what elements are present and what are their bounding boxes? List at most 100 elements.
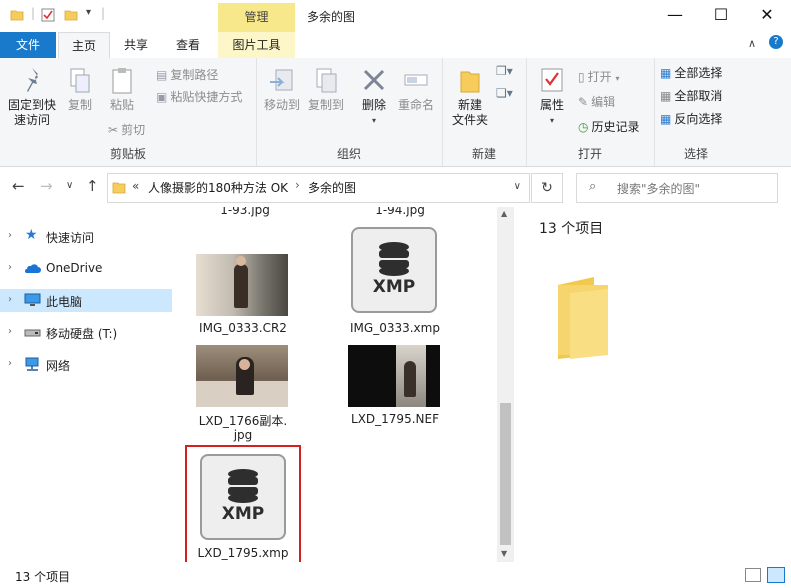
copy-to-button[interactable]: 复制到 bbox=[304, 66, 348, 113]
chevron-right-icon[interactable]: › bbox=[8, 262, 12, 273]
maximize-button[interactable]: ☐ bbox=[698, 0, 744, 30]
paste-button[interactable]: 粘贴 bbox=[102, 66, 142, 113]
select-none-button[interactable]: ▦ 全部取消 bbox=[660, 87, 722, 104]
paste-label: 粘贴 bbox=[109, 98, 134, 112]
minimize-button[interactable]: — bbox=[652, 0, 698, 30]
nav-item-network[interactable]: › 网络 bbox=[0, 353, 172, 376]
copy-path-button[interactable]: ▤ 复制路径 bbox=[156, 66, 218, 83]
pin-quick-access-button[interactable]: 固定到快 速访问 bbox=[4, 66, 60, 128]
paste-shortcut-button[interactable]: ▣ 粘贴快捷方式 bbox=[156, 88, 242, 105]
chevron-right-icon[interactable]: › bbox=[8, 358, 12, 369]
tab-file[interactable]: 文件 bbox=[0, 32, 56, 58]
file-name[interactable]: 1-94.jpg bbox=[350, 207, 450, 217]
properties-button[interactable]: 属性 ▾ bbox=[532, 66, 572, 128]
copy-button[interactable]: 复制 bbox=[62, 66, 98, 113]
tab-share[interactable]: 共享 bbox=[112, 32, 160, 58]
tab-view[interactable]: 查看 bbox=[164, 32, 212, 58]
invert-selection-button[interactable]: ▦ 反向选择 bbox=[660, 110, 722, 127]
paste-icon bbox=[112, 68, 132, 94]
nav-item-removable-drive[interactable]: › 移动硬盘 (T:) bbox=[0, 321, 172, 344]
nav-item-quick-access[interactable]: › ★ 快速访问 bbox=[0, 225, 172, 248]
tab-picture-tools[interactable]: 图片工具 bbox=[218, 32, 295, 58]
nav-label: 移动硬盘 (T:) bbox=[46, 327, 118, 341]
new-item-icon: ❐▾ bbox=[496, 64, 513, 78]
move-to-label: 移动到 bbox=[263, 98, 300, 112]
search-icon: ⌕ bbox=[589, 179, 597, 194]
new-folder-icon[interactable] bbox=[64, 8, 78, 22]
scroll-up-icon[interactable]: ▲ bbox=[501, 209, 507, 218]
rename-button[interactable]: 重命名 bbox=[394, 66, 438, 113]
file-item[interactable]: LXD_1766副本. jpg bbox=[187, 342, 299, 442]
copy-path-label: 复制路径 bbox=[170, 68, 219, 82]
paste-shortcut-icon: ▣ bbox=[156, 90, 168, 104]
help-icon[interactable]: ? bbox=[769, 35, 783, 49]
nav-item-this-pc[interactable]: › 此电脑 bbox=[0, 289, 172, 312]
file-name: IMG_0333.CR2 bbox=[199, 321, 287, 335]
tab-manage[interactable]: 管理 bbox=[218, 3, 295, 32]
large-icons-view-icon[interactable] bbox=[767, 567, 785, 583]
recent-locations-icon[interactable]: ∨ bbox=[66, 180, 73, 191]
folder-icon[interactable] bbox=[10, 8, 24, 22]
forward-button[interactable]: → bbox=[40, 177, 53, 195]
breadcrumb-overflow[interactable]: « bbox=[132, 179, 139, 193]
star-icon: ★ bbox=[25, 227, 38, 243]
breadcrumb-item[interactable]: 人像摄影的180种方法 OK bbox=[148, 179, 288, 196]
qat-separator: | bbox=[101, 6, 106, 20]
easy-access-button[interactable]: ❏▾ bbox=[496, 86, 513, 100]
properties-icon bbox=[541, 68, 563, 92]
nav-label: 网络 bbox=[46, 359, 71, 373]
new-group: 新建 文件夹 ❐▾ ❏▾ 新建 bbox=[442, 58, 527, 166]
organize-group: 移动到 复制到 删除 ▾ 重命名 组织 bbox=[256, 58, 443, 166]
refresh-button[interactable]: ↻ bbox=[531, 173, 563, 203]
tab-home[interactable]: 主页 bbox=[58, 32, 110, 59]
address-dropdown-icon[interactable]: ∨ bbox=[514, 181, 521, 192]
new-folder-label-2: 文件夹 bbox=[451, 113, 488, 127]
collapse-ribbon-icon[interactable]: ∧ bbox=[748, 37, 756, 50]
file-item[interactable]: IMG_0333.CR2 bbox=[187, 251, 299, 337]
network-icon bbox=[25, 357, 39, 371]
new-item-button[interactable]: ❐▾ bbox=[496, 64, 513, 78]
close-button[interactable]: ✕ bbox=[744, 0, 790, 30]
scroll-thumb[interactable] bbox=[500, 403, 511, 545]
search-input[interactable]: ⌕ 搜索"多余的图" bbox=[576, 173, 778, 203]
new-folder-label-1: 新建 bbox=[457, 98, 482, 112]
scroll-down-icon[interactable]: ▼ bbox=[501, 549, 507, 558]
address-bar[interactable]: « 人像摄影的180种方法 OK › 多余的图 ∨ bbox=[107, 173, 530, 203]
paste-shortcut-label: 粘贴快捷方式 bbox=[170, 90, 243, 104]
select-all-button[interactable]: ▦ 全部选择 bbox=[660, 64, 722, 81]
file-item[interactable]: LXD_1795.NEF bbox=[339, 342, 451, 428]
qat-separator: | bbox=[31, 6, 36, 20]
breadcrumb-item[interactable]: 多余的图 bbox=[308, 179, 356, 196]
new-folder-button[interactable]: 新建 文件夹 bbox=[446, 66, 494, 128]
chevron-right-icon[interactable]: › bbox=[8, 294, 12, 305]
open-icon: ▯ bbox=[578, 70, 585, 84]
delete-button[interactable]: 删除 ▾ bbox=[354, 66, 394, 128]
qat-customize-icon[interactable]: ▾ bbox=[86, 7, 91, 18]
computer-icon bbox=[24, 293, 41, 306]
edit-button[interactable]: ✎ 编辑 bbox=[578, 93, 615, 110]
select-none-label: 全部取消 bbox=[674, 89, 723, 103]
xmp-badge: XMP bbox=[372, 277, 416, 297]
open-button[interactable]: ▯ 打开 ▾ bbox=[578, 68, 619, 85]
cut-label: 剪切 bbox=[121, 123, 146, 137]
nav-item-onedrive[interactable]: › OneDrive bbox=[0, 257, 172, 280]
window-title: 多余的图 bbox=[307, 10, 356, 24]
chevron-right-icon[interactable]: › bbox=[8, 230, 12, 241]
file-name[interactable]: 1-93.jpg bbox=[195, 207, 295, 217]
copy-to-label: 复制到 bbox=[307, 98, 344, 112]
back-button[interactable]: ← bbox=[12, 177, 25, 195]
up-button[interactable]: ↑ bbox=[86, 177, 99, 195]
file-item[interactable]: XMP IMG_0333.xmp bbox=[337, 227, 453, 337]
easy-access-icon: ❏▾ bbox=[496, 86, 513, 100]
details-view-icon[interactable] bbox=[745, 568, 761, 582]
move-to-button[interactable]: 移动到 bbox=[260, 66, 304, 113]
status-item-count: 13 个项目 bbox=[15, 570, 71, 584]
history-button[interactable]: ◷ 历史记录 bbox=[578, 118, 640, 135]
properties-icon[interactable] bbox=[41, 8, 55, 22]
file-item-highlighted[interactable]: XMP LXD_1795.xmp bbox=[185, 445, 301, 562]
breadcrumb-separator[interactable]: › bbox=[295, 178, 300, 192]
chevron-right-icon[interactable]: › bbox=[8, 326, 12, 337]
vertical-scrollbar[interactable]: ▲ ▼ bbox=[497, 207, 514, 562]
cut-button[interactable]: ✂ 剪切 bbox=[108, 121, 145, 138]
xmp-file-icon: XMP bbox=[351, 227, 437, 313]
